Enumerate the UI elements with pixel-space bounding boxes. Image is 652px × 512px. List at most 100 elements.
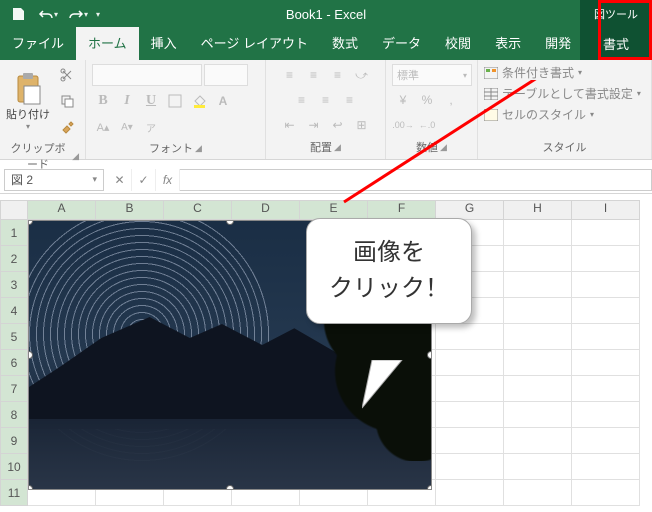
align-right-button[interactable]: ≡ — [339, 89, 361, 111]
cond-format-label: 条件付き書式 — [502, 64, 574, 81]
increase-decimal-button[interactable]: .00→ — [392, 114, 414, 136]
check-icon: ✓ — [138, 173, 148, 187]
cancel-formula-button[interactable]: ✕ — [108, 169, 132, 191]
dialog-launcher-icon[interactable]: ◢ — [440, 142, 447, 153]
group-styles: 条件付き書式▾ テーブルとして書式設定▾ セルのスタイル▾ スタイル — [478, 60, 652, 159]
undo-button[interactable]: ▾ — [36, 3, 60, 25]
phonetic-guide-button[interactable]: ア — [140, 116, 162, 138]
decrease-indent-button[interactable]: ⇤ — [279, 114, 301, 136]
resize-handle[interactable] — [427, 351, 432, 359]
insert-function-button[interactable]: fx — [156, 169, 180, 191]
resize-handle[interactable] — [427, 485, 432, 490]
save-icon — [11, 7, 25, 21]
align-top-button[interactable]: ≡ — [279, 64, 301, 86]
increase-font-button[interactable]: A▴ — [92, 116, 114, 138]
formula-input[interactable] — [180, 169, 652, 191]
tab-picture-format[interactable]: 書式 — [580, 28, 652, 60]
align-bottom-button[interactable]: ≡ — [327, 64, 349, 86]
row-header[interactable]: 8 — [0, 402, 28, 428]
format-as-table-button[interactable]: テーブルとして書式設定▾ — [484, 85, 641, 102]
resize-handle[interactable] — [226, 485, 234, 490]
paste-button[interactable]: 貼り付け ▾ — [6, 72, 50, 131]
number-format-select[interactable]: 標準▾ — [392, 64, 472, 86]
dialog-launcher-icon[interactable]: ◢ — [334, 142, 341, 153]
tab-review[interactable]: 校閲 — [433, 27, 483, 60]
percent-button[interactable]: % — [416, 89, 438, 111]
tab-insert[interactable]: 挿入 — [139, 27, 189, 60]
row-header[interactable]: 11 — [0, 480, 28, 506]
fill-color-button[interactable] — [188, 90, 210, 112]
group-label-alignment: 配置 — [310, 139, 332, 155]
comma-button[interactable]: , — [440, 89, 462, 111]
column-header[interactable]: H — [504, 200, 572, 220]
decrease-font-button[interactable]: A▾ — [116, 116, 138, 138]
resize-handle[interactable] — [28, 485, 33, 490]
quick-access-toolbar: ▾ ▾ ▾ — [6, 3, 100, 25]
column-header[interactable]: C — [164, 200, 232, 220]
row-header[interactable]: 10 — [0, 454, 28, 480]
wrap-text-button[interactable]: ↩ — [327, 114, 349, 136]
column-header[interactable]: B — [96, 200, 164, 220]
column-header[interactable]: G — [436, 200, 504, 220]
scissors-icon — [60, 68, 74, 82]
font-color-button[interactable]: A — [212, 90, 234, 112]
tab-formulas[interactable]: 数式 — [320, 27, 370, 60]
group-number: 標準▾ ¥ % , .00→ ←.0 数値◢ — [386, 60, 478, 159]
enter-formula-button[interactable]: ✓ — [132, 169, 156, 191]
underline-button[interactable]: U — [140, 90, 162, 112]
select-all-corner[interactable] — [0, 200, 28, 220]
redo-button[interactable]: ▾ — [66, 3, 90, 25]
font-size-select[interactable] — [204, 64, 248, 86]
save-button[interactable] — [6, 3, 30, 25]
row-header[interactable]: 6 — [0, 350, 28, 376]
column-header[interactable]: F — [368, 200, 436, 220]
callout-line1: 画像を — [329, 235, 449, 271]
column-header[interactable]: D — [232, 200, 300, 220]
group-label-clipboard: クリップボード — [6, 140, 70, 172]
font-family-select[interactable] — [92, 64, 202, 86]
row-header[interactable]: 7 — [0, 376, 28, 402]
align-middle-button[interactable]: ≡ — [303, 64, 325, 86]
dialog-launcher-icon[interactable]: ◢ — [195, 143, 202, 154]
row-header[interactable]: 2 — [0, 246, 28, 272]
copy-button[interactable] — [56, 90, 78, 112]
row-header[interactable]: 4 — [0, 298, 28, 324]
tab-home[interactable]: ホーム — [76, 27, 139, 60]
italic-button[interactable]: I — [116, 90, 138, 112]
group-font: B I U A A▴ A▾ ア フォント◢ — [86, 60, 266, 159]
bold-button[interactable]: B — [92, 90, 114, 112]
tab-view[interactable]: 表示 — [483, 27, 533, 60]
x-icon: ✕ — [114, 173, 124, 187]
tab-developer[interactable]: 開発 — [533, 27, 583, 60]
conditional-formatting-button[interactable]: 条件付き書式▾ — [484, 64, 582, 81]
tab-page-layout[interactable]: ページ レイアウト — [189, 27, 320, 60]
align-center-button[interactable]: ≡ — [315, 89, 337, 111]
border-button[interactable] — [164, 90, 186, 112]
cell-styles-button[interactable]: セルのスタイル▾ — [484, 106, 594, 123]
column-header[interactable]: A — [28, 200, 96, 220]
row-header[interactable]: 9 — [0, 428, 28, 454]
increase-indent-button[interactable]: ⇥ — [303, 114, 325, 136]
cut-button[interactable] — [56, 64, 78, 86]
row-header[interactable]: 5 — [0, 324, 28, 350]
accounting-format-button[interactable]: ¥ — [392, 89, 414, 111]
window-title: Book1 - Excel — [286, 7, 366, 22]
dialog-launcher-icon[interactable]: ◢ — [72, 151, 79, 162]
tab-file[interactable]: ファイル — [0, 27, 76, 60]
merge-button[interactable]: ⊞ — [351, 114, 373, 136]
row-header[interactable]: 1 — [0, 220, 28, 246]
number-format-value: 標準 — [397, 67, 419, 83]
decrease-decimal-button[interactable]: ←.0 — [416, 114, 438, 136]
name-box[interactable]: 図 2 ▾ — [4, 169, 104, 191]
group-alignment: ≡ ≡ ≡ ⤻ ≡ ≡ ≡ ⇤ ⇥ ↩ ⊞ 配置◢ — [266, 60, 386, 159]
row-header[interactable]: 3 — [0, 272, 28, 298]
cell-style-icon — [484, 109, 498, 121]
align-left-button[interactable]: ≡ — [291, 89, 313, 111]
cell-styles-label: セルのスタイル — [502, 106, 586, 123]
group-label-number: 数値 — [416, 139, 438, 155]
format-painter-button[interactable] — [56, 116, 78, 138]
orientation-button[interactable]: ⤻ — [351, 64, 373, 86]
column-header[interactable]: I — [572, 200, 640, 220]
column-header[interactable]: E — [300, 200, 368, 220]
tab-data[interactable]: データ — [370, 27, 433, 60]
